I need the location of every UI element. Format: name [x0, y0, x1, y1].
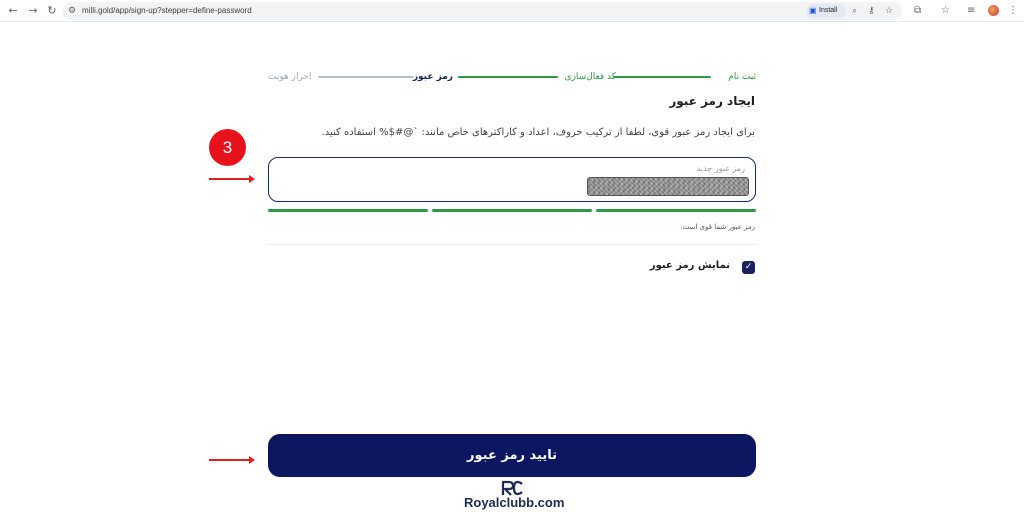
watermark-text: Royalclubb.com [464, 495, 565, 510]
password-instructions: برای ایجاد رمز عبور قوی، لطفا از ترکیب ح… [321, 127, 755, 138]
back-icon[interactable]: ← [5, 3, 21, 19]
install-app-button[interactable]: ▣ Install [806, 4, 846, 18]
page-title: ایجاد رمز عبور [669, 94, 755, 108]
browser-toolbar: ← → ↻ ⚙ milli.gold/app/sign-up?stepper=d… [0, 0, 1024, 22]
site-settings-icon[interactable]: ⚙ [68, 4, 76, 18]
bookmark-star-icon[interactable]: ☆ [885, 4, 893, 18]
new-password-input[interactable]: رمز عبور جدید [268, 157, 756, 202]
signup-stepper: ثبت نام کد فعال‌سازی رمز عبور احراز هویت [268, 70, 756, 84]
obscured-password-value [587, 177, 749, 196]
install-label: Install [819, 7, 838, 14]
step-connector-3 [318, 76, 414, 78]
step-password: رمز عبور [412, 72, 453, 82]
strength-segment-1 [268, 209, 428, 212]
strength-segment-2 [432, 209, 592, 212]
forward-icon[interactable]: → [25, 3, 41, 19]
step-signup: ثبت نام [728, 72, 756, 82]
step-connector-1 [613, 76, 711, 78]
password-strength-text: رمز عبور شما قوی است. [680, 223, 755, 231]
step-identity-verification: احراز هویت [268, 72, 312, 82]
arrow-to-input [209, 175, 255, 182]
password-field-label: رمز عبور جدید [696, 164, 745, 173]
extensions-icon[interactable]: ⧉ [914, 3, 921, 19]
profile-avatar[interactable] [988, 5, 999, 16]
password-strength-meter [268, 209, 756, 213]
step-number-badge: 3 [209, 129, 246, 166]
reading-list-icon[interactable]: ☆ [941, 3, 950, 19]
royalclubb-logo [501, 480, 523, 496]
step-connector-2 [458, 76, 558, 78]
strength-segment-3 [596, 209, 756, 212]
show-password-label[interactable]: نمایش رمز عبور [650, 260, 730, 271]
show-password-toggle[interactable]: ✓ نمایش رمز عبور [650, 260, 755, 274]
key-icon[interactable]: ⚷ [868, 4, 875, 18]
step-activation-code: کد فعال‌سازی [564, 72, 616, 82]
zoom-icon[interactable]: ⌕ [852, 4, 857, 18]
arrow-to-submit [209, 456, 255, 463]
show-password-checkbox[interactable]: ✓ [742, 261, 755, 274]
menu-kebab-icon[interactable]: ⋮ [1008, 3, 1018, 19]
divider [268, 244, 756, 245]
media-icon[interactable]: ≡ [967, 3, 975, 19]
address-bar[interactable]: ⚙ milli.gold/app/sign-up?stepper=define-… [62, 2, 902, 20]
confirm-password-button[interactable]: تایید رمز عبور [268, 434, 756, 477]
reload-icon[interactable]: ↻ [44, 3, 60, 19]
install-icon: ▣ [809, 6, 817, 15]
url-text[interactable]: milli.gold/app/sign-up?stepper=define-pa… [82, 4, 252, 18]
